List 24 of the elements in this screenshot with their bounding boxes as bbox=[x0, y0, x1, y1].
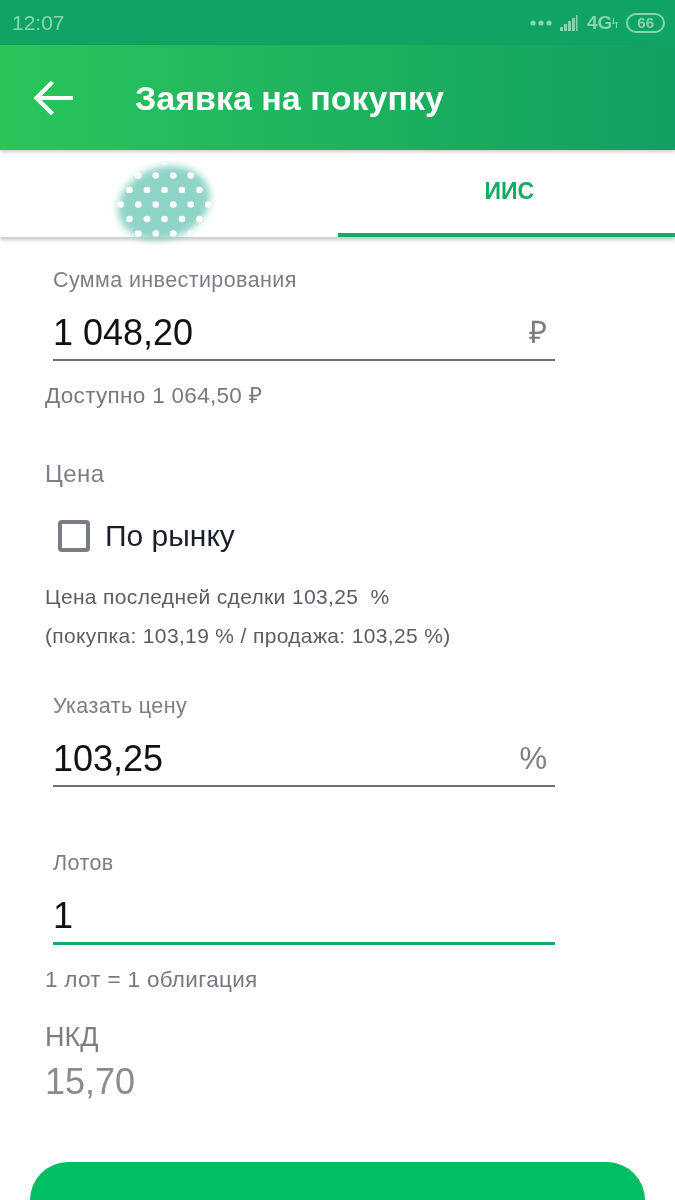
stat-value: 15,70 bbox=[45, 1060, 136, 1104]
back-arrow-icon bbox=[33, 80, 73, 115]
signal-icon bbox=[559, 14, 579, 31]
field-label: Указать цену bbox=[53, 693, 189, 720]
screen-title: Заявка на покупку bbox=[135, 77, 444, 119]
checkbox-label[interactable]: По рынку bbox=[105, 518, 235, 554]
info-text: (покупка: 103,19 % / продажа: 103,25 %) bbox=[45, 623, 451, 649]
input-field[interactable]: 1 bbox=[53, 894, 555, 945]
unit-label: % bbox=[519, 741, 547, 777]
data-arrows-icon bbox=[612, 17, 619, 28]
checkbox[interactable] bbox=[58, 520, 90, 552]
section-label: Цена bbox=[45, 459, 105, 489]
unit-label: ₽ bbox=[529, 315, 547, 351]
network-type: 4G bbox=[586, 11, 613, 34]
stat-label: НКД bbox=[45, 1021, 99, 1053]
helper-text: Доступно 1 064,50 ₽ bbox=[45, 382, 262, 410]
field-label: Лотов bbox=[53, 850, 115, 877]
back-button[interactable] bbox=[33, 80, 73, 115]
battery-level: 66 bbox=[626, 12, 665, 33]
helper-text: 1 лот = 1 облигация bbox=[45, 966, 258, 994]
more-dots-icon bbox=[529, 19, 552, 26]
field-label: Сумма инвестирования bbox=[53, 267, 298, 294]
status-time: 12:07 bbox=[12, 10, 65, 35]
info-text: Цена последней сделки 103,25 % bbox=[45, 584, 390, 610]
